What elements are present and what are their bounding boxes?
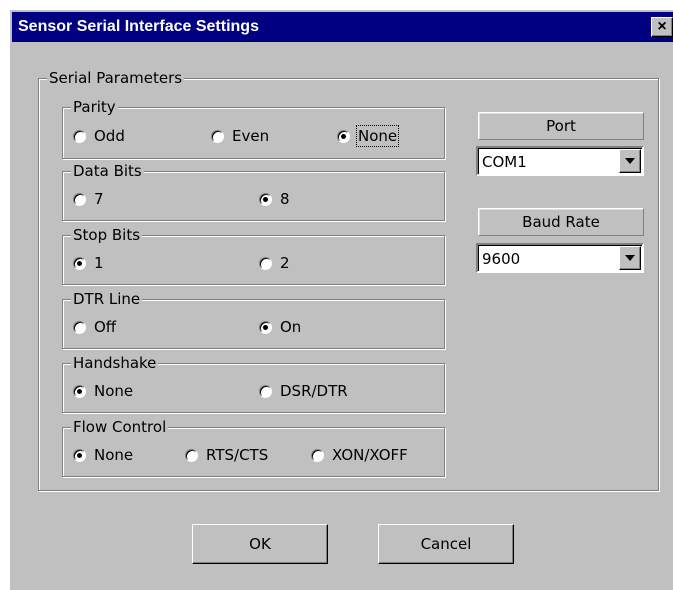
handshake-none-label: None <box>94 382 134 400</box>
radio-button[interactable] <box>73 385 86 398</box>
dtr-on-label: On <box>280 318 302 336</box>
cancel-button-label: Cancel <box>420 535 472 553</box>
ok-button[interactable]: OK <box>192 524 328 564</box>
settings-dialog: Sensor Serial Interface Settings × Seria… <box>8 8 673 590</box>
cancel-button[interactable]: Cancel <box>378 524 514 564</box>
data-bits-legend: Data Bits <box>71 162 144 180</box>
stop-bits-group: Stop Bits 1 2 <box>62 226 445 285</box>
radio-button[interactable] <box>259 257 272 270</box>
radio-button[interactable] <box>311 449 324 462</box>
parity-even-label: Even <box>232 127 270 145</box>
flow-control-legend: Flow Control <box>71 418 169 436</box>
flow-xon-xoff-option[interactable]: XON/XOFF <box>311 446 408 464</box>
parity-odd-option[interactable]: Odd <box>73 127 125 145</box>
flow-rts-cts-label: RTS/CTS <box>206 446 269 464</box>
port-label-text: Port <box>546 117 576 135</box>
baud-rate-label: Baud Rate <box>478 208 644 236</box>
handshake-dsr-dtr-label: DSR/DTR <box>280 382 348 400</box>
handshake-dsr-dtr-option[interactable]: DSR/DTR <box>259 382 348 400</box>
ok-button-label: OK <box>249 535 271 553</box>
port-combobox[interactable]: COM1 <box>476 146 644 176</box>
data-bits-group: Data Bits 7 8 <box>62 162 445 221</box>
close-icon: × <box>657 18 667 35</box>
radio-button[interactable] <box>337 130 350 143</box>
stop-bits-1-option[interactable]: 1 <box>73 254 104 272</box>
radio-button[interactable] <box>73 257 86 270</box>
data-bits-8-label: 8 <box>280 190 290 208</box>
data-bits-8-option[interactable]: 8 <box>259 190 290 208</box>
flow-none-label: None <box>94 446 134 464</box>
chevron-down-icon[interactable] <box>619 149 641 173</box>
stop-bits-legend: Stop Bits <box>71 226 143 244</box>
parity-group: Parity Odd Even None <box>62 98 445 159</box>
handshake-none-option[interactable]: None <box>73 382 133 400</box>
baud-rate-combobox[interactable]: 9600 <box>476 243 644 273</box>
handshake-legend: Handshake <box>71 354 159 372</box>
window-title: Sensor Serial Interface Settings <box>18 18 259 35</box>
radio-button[interactable] <box>185 449 198 462</box>
radio-button[interactable] <box>259 193 272 206</box>
flow-control-group: Flow Control None RTS/CTS XON/XOFF <box>62 418 445 477</box>
dtr-line-group: DTR Line Off On <box>62 290 445 349</box>
radio-button[interactable] <box>259 321 272 334</box>
baud-rate-value: 9600 <box>482 250 521 268</box>
dtr-on-option[interactable]: On <box>259 318 301 336</box>
parity-none-label: None <box>355 125 400 147</box>
serial-parameters-legend: Serial Parameters <box>47 69 185 87</box>
parity-legend: Parity <box>71 98 118 116</box>
stop-bits-2-option[interactable]: 2 <box>259 254 290 272</box>
flow-xon-xoff-label: XON/XOFF <box>332 446 408 464</box>
dtr-off-option[interactable]: Off <box>73 318 116 336</box>
radio-button[interactable] <box>73 130 86 143</box>
close-button[interactable]: × <box>651 17 673 37</box>
dtr-off-label: Off <box>94 318 117 336</box>
stop-bits-1-label: 1 <box>94 254 104 272</box>
chevron-down-icon[interactable] <box>619 246 641 270</box>
data-bits-7-label: 7 <box>94 190 104 208</box>
radio-button[interactable] <box>73 321 86 334</box>
data-bits-7-option[interactable]: 7 <box>73 190 104 208</box>
handshake-group: Handshake None DSR/DTR <box>62 354 445 413</box>
dtr-line-legend: DTR Line <box>71 290 143 308</box>
baud-rate-label-text: Baud Rate <box>522 213 600 231</box>
parity-none-option[interactable]: None <box>337 125 400 147</box>
parity-odd-label: Odd <box>94 127 125 145</box>
flow-none-option[interactable]: None <box>73 446 133 464</box>
radio-button[interactable] <box>73 193 86 206</box>
flow-rts-cts-option[interactable]: RTS/CTS <box>185 446 268 464</box>
parity-even-option[interactable]: Even <box>211 127 269 145</box>
title-bar: Sensor Serial Interface Settings × <box>12 12 673 42</box>
radio-button[interactable] <box>259 385 272 398</box>
port-label: Port <box>478 112 644 140</box>
radio-button[interactable] <box>211 130 224 143</box>
port-value: COM1 <box>482 153 527 171</box>
radio-button[interactable] <box>73 449 86 462</box>
stop-bits-2-label: 2 <box>280 254 290 272</box>
